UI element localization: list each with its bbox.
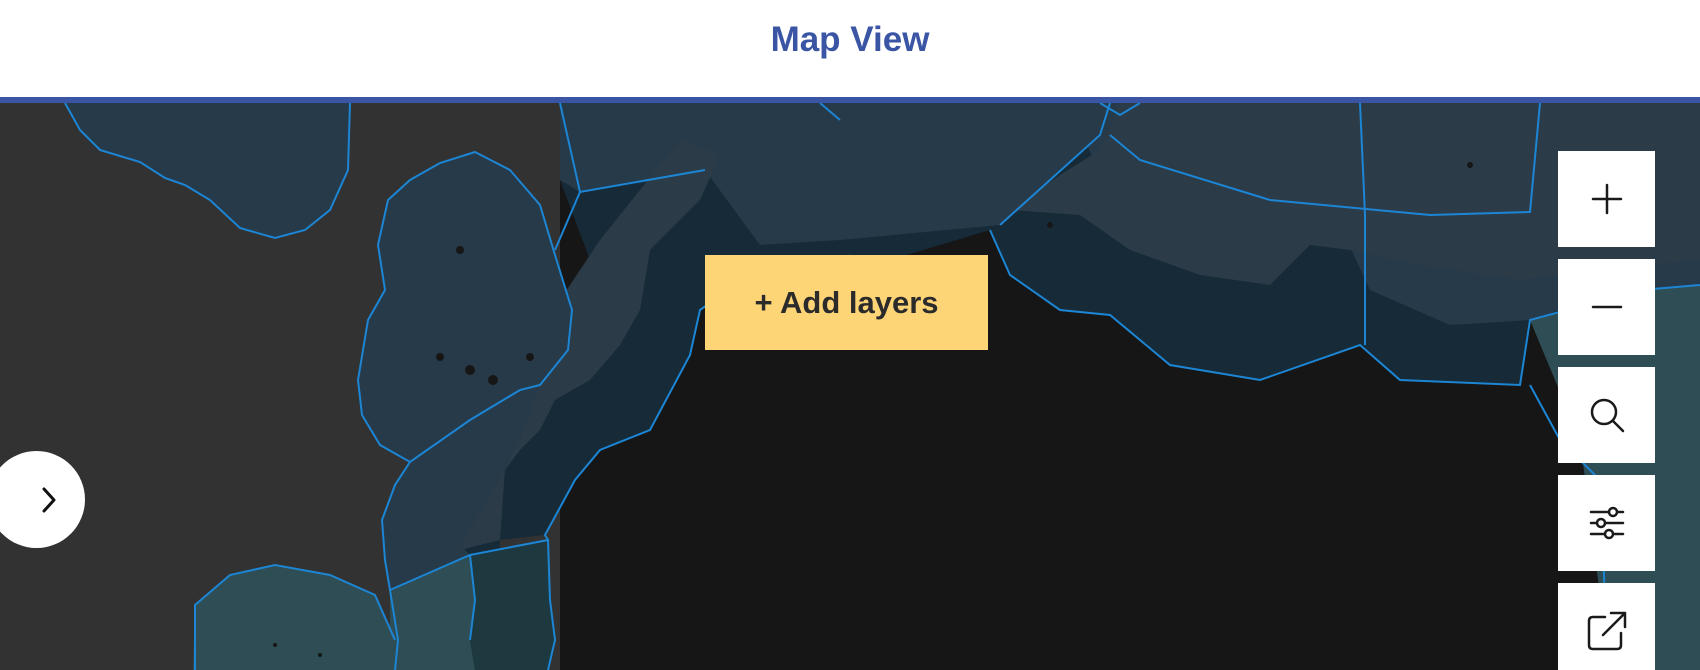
chevron-right-icon <box>42 487 55 512</box>
app-header: Map View <box>0 0 1700 103</box>
zoom-out-button[interactable] <box>1558 259 1655 355</box>
filters-button[interactable] <box>1558 475 1655 571</box>
map-svg <box>0 103 1700 670</box>
external-link-icon <box>1587 611 1626 651</box>
map-canvas[interactable]: + Add layers <box>0 103 1700 670</box>
plus-icon <box>1591 183 1622 215</box>
search-icon <box>1590 398 1624 433</box>
open-external-button[interactable] <box>1558 583 1655 670</box>
zoom-in-button[interactable] <box>1558 151 1655 247</box>
sliders-icon <box>1589 506 1624 540</box>
search-button[interactable] <box>1558 367 1655 463</box>
page-title: Map View <box>770 20 930 59</box>
maritime-zone <box>470 540 555 670</box>
add-layers-button[interactable]: + Add layers <box>705 255 988 350</box>
minus-icon <box>1591 305 1622 309</box>
